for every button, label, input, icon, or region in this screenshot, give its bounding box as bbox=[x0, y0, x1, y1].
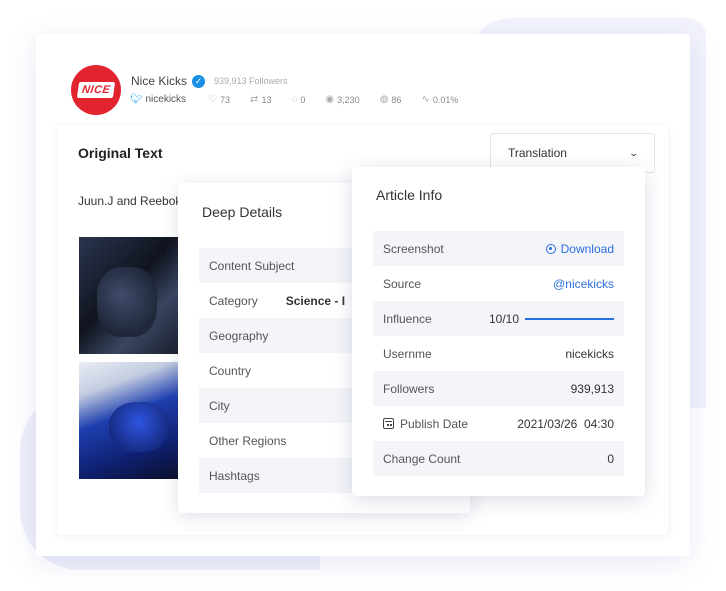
post-image-1[interactable] bbox=[79, 237, 179, 354]
brand-logo: NICE bbox=[76, 82, 116, 98]
article-info-title: Article Info bbox=[376, 187, 443, 203]
retweet-icon: ⇄ bbox=[250, 94, 259, 105]
influence-meter: 10/10 bbox=[489, 312, 614, 326]
category-value: Science - I bbox=[285, 293, 346, 308]
stat-comments: ◌ 0 bbox=[291, 94, 306, 105]
translation-selected: Translation bbox=[508, 146, 567, 160]
info-row-source: Source @nicekicks bbox=[383, 276, 614, 291]
change-count-value: 0 bbox=[607, 451, 614, 466]
info-row-username: Usernme nicekicks bbox=[383, 346, 614, 361]
twitter-icon: 🐦︎ bbox=[130, 94, 143, 105]
deep-details-title: Deep Details bbox=[202, 204, 283, 220]
stat-likes: ♡ 73 bbox=[208, 94, 231, 105]
chat-icon: ◍ bbox=[379, 94, 389, 105]
profile-name[interactable]: Nice Kicks bbox=[131, 74, 187, 88]
info-row-change-count: Change Count 0 bbox=[373, 441, 624, 476]
source-link[interactable]: @nicekicks bbox=[553, 277, 614, 291]
publish-date-value: 2021/03/26 04:30 bbox=[517, 416, 614, 431]
eye-icon bbox=[545, 243, 556, 254]
post-image-2[interactable] bbox=[79, 362, 179, 479]
info-row-publish-date: Publish Date 2021/03/26 04:30 bbox=[373, 406, 624, 441]
comment-icon: ◌ bbox=[291, 94, 298, 105]
article-info-list: Screenshot Download Source @nicekicks In… bbox=[373, 231, 624, 476]
influence-bar bbox=[525, 317, 614, 320]
stat-replies: ◍ 86 bbox=[379, 94, 402, 105]
influence-bar-fill bbox=[525, 317, 614, 320]
download-link[interactable]: Download bbox=[545, 242, 614, 256]
original-text-heading: Original Text bbox=[78, 145, 163, 161]
stat-engagement: ∿ 0.01% bbox=[421, 94, 459, 105]
username-value: nicekicks bbox=[565, 346, 614, 361]
info-row-screenshot: Screenshot Download bbox=[373, 231, 624, 266]
info-row-influence: Influence 10/10 bbox=[373, 301, 624, 336]
stat-retweets: ⇄ 13 bbox=[250, 94, 272, 105]
influence-score: 10/10 bbox=[488, 311, 519, 326]
chevron-down-icon: ⌄ bbox=[628, 147, 640, 158]
verified-icon: ✓ bbox=[192, 74, 206, 88]
followers-value: 939,913 bbox=[570, 381, 614, 396]
activity-icon: ∿ bbox=[421, 94, 430, 105]
info-row-followers: Followers 939,913 bbox=[373, 371, 624, 406]
heart-icon: ♡ bbox=[208, 94, 218, 105]
follower-count: 939,913 Followers bbox=[214, 76, 288, 86]
eye-icon: ◉ bbox=[325, 94, 335, 105]
profile-header: Nice Kicks ✓ 939,913 Followers bbox=[131, 74, 288, 88]
stat-views: ◉ 3,230 bbox=[325, 94, 360, 105]
avatar[interactable]: NICE bbox=[71, 65, 121, 115]
original-text-body: Juun.J and Reebok bbox=[78, 194, 182, 208]
article-info-card: Article Info Screenshot Download Source … bbox=[352, 167, 645, 496]
calendar-icon bbox=[383, 418, 394, 429]
post-stats: 🐦︎ nicekicks ♡ 73 ⇄ 13 ◌ 0 ◉ 3,230 ◍ 86 ∿ 0.01… bbox=[130, 94, 478, 105]
twitter-account[interactable]: 🐦︎ nicekicks bbox=[130, 94, 186, 105]
twitter-handle: nicekicks bbox=[145, 94, 187, 105]
